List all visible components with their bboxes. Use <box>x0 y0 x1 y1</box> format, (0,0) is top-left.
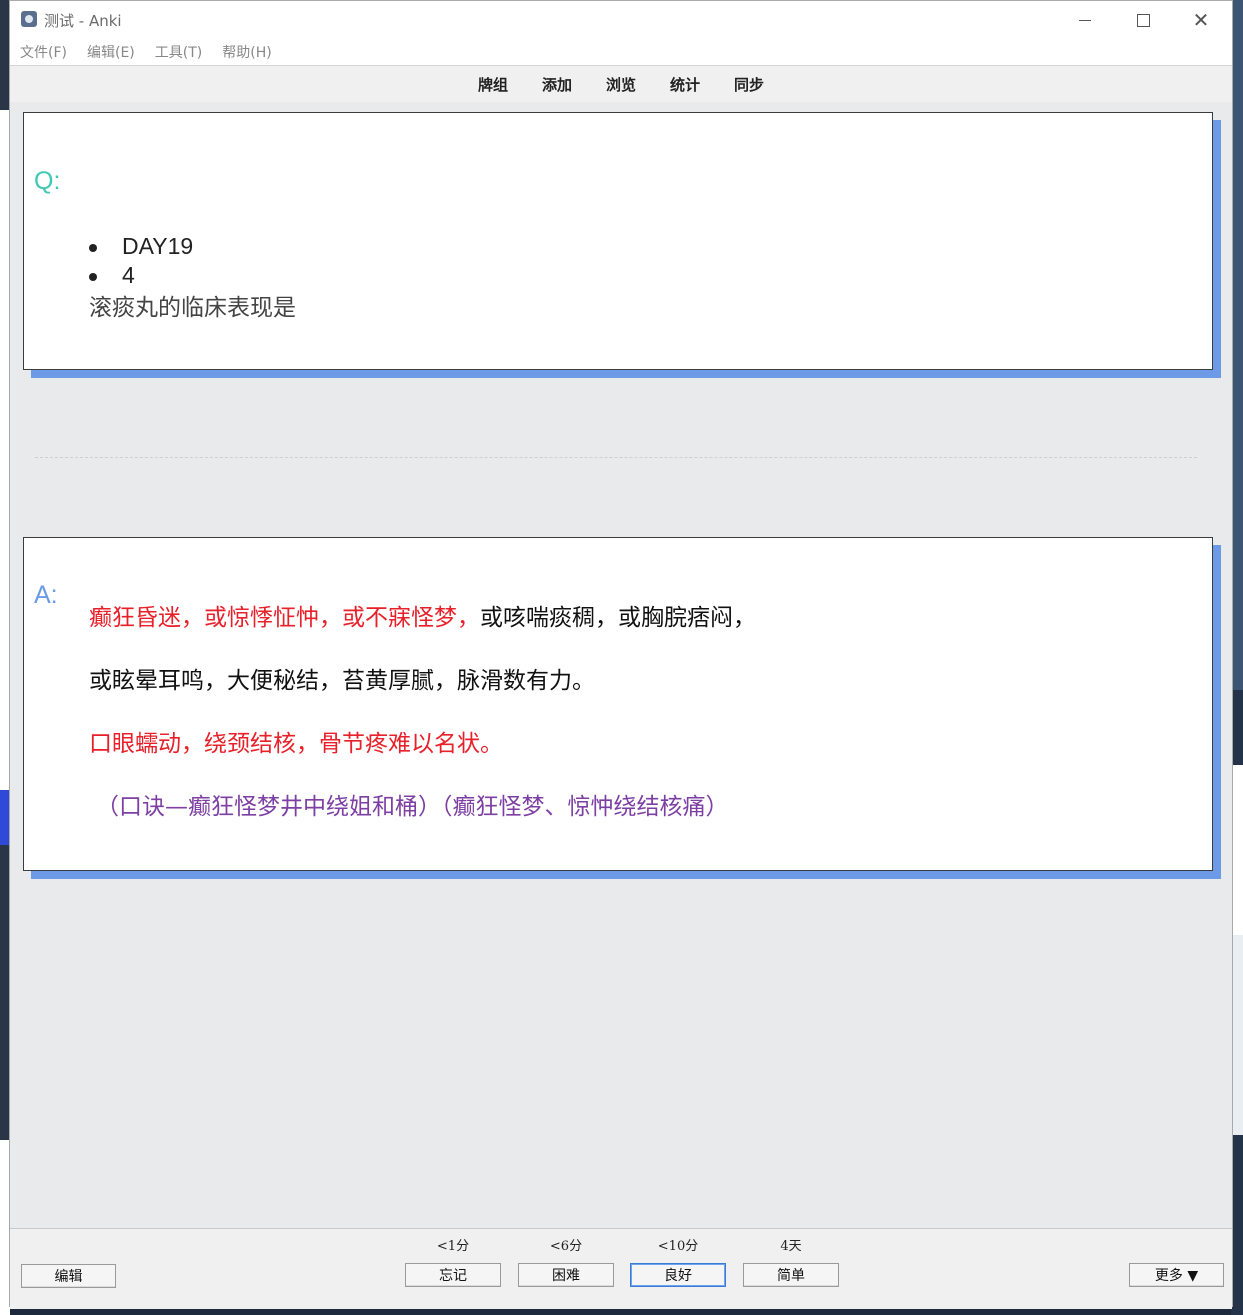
question-label: Q: <box>34 167 61 195</box>
edit-button[interactable]: 编辑 <box>21 1264 116 1288</box>
answer-line-2: 或眩晕耳鸣，大便秘结，苔黄厚腻，脉滑数有力。 <box>89 668 595 694</box>
anki-window: 测试 - Anki ✕ 文件(F) 编辑(E) 工具(T) 帮助(H) 牌组 添… <box>9 0 1233 1309</box>
toolbar-stats-link[interactable]: 统计 <box>670 74 700 95</box>
menu-help[interactable]: 帮助(H) <box>222 42 271 62</box>
close-icon: ✕ <box>1192 8 1210 32</box>
anki-app-icon <box>21 11 37 27</box>
title-bar: 测试 - Anki ✕ <box>10 1 1232 39</box>
toolbar-browse-link[interactable]: 浏览 <box>606 74 636 95</box>
good-interval: <10分 <box>657 1239 699 1254</box>
list-item: 4 <box>89 261 193 290</box>
good-button[interactable]: 良好 <box>630 1263 726 1287</box>
main-toolbar: 牌组 添加 浏览 统计 同步 <box>10 65 1232 102</box>
answer-good-column: <10分 良好 <box>630 1237 726 1287</box>
menu-bar: 文件(F) 编辑(E) 工具(T) 帮助(H) <box>10 39 1232 65</box>
maximize-button[interactable] <box>1114 1 1172 39</box>
review-area: Q: DAY19 4 滚痰丸的临床表现是 A: 癫狂昏迷，或惊悸怔忡，或不寐怪梦… <box>10 102 1232 1228</box>
answer-card: A: 癫狂昏迷，或惊悸怔忡，或不寐怪梦，或咳喘痰稠，或胸脘痞闷， 或眩晕耳鸣，大… <box>23 537 1213 871</box>
minimize-button[interactable] <box>1056 1 1114 39</box>
more-button[interactable]: 更多 ▼ <box>1129 1263 1224 1287</box>
easy-button[interactable]: 简单 <box>743 1263 839 1287</box>
answer-label: A: <box>34 581 58 609</box>
toolbar-sync-link[interactable]: 同步 <box>734 74 764 95</box>
again-interval: <1分 <box>436 1239 470 1254</box>
minimize-icon <box>1079 19 1091 21</box>
toolbar-decks-link[interactable]: 牌组 <box>478 74 508 95</box>
again-button[interactable]: 忘记 <box>405 1263 501 1287</box>
menu-file[interactable]: 文件(F) <box>20 42 67 62</box>
window-title: 测试 - Anki <box>44 12 122 30</box>
list-item: DAY19 <box>89 232 193 261</box>
maximize-icon <box>1136 13 1150 27</box>
answer-again-column: <1分 忘记 <box>405 1237 501 1287</box>
hard-interval: <6分 <box>549 1239 583 1254</box>
answer-line-3: 口眼蠕动，绕颈结核，骨节疼难以名状。 <box>89 731 503 757</box>
hard-button[interactable]: 困难 <box>518 1263 614 1287</box>
answer-line-1: 癫狂昏迷，或惊悸怔忡，或不寐怪梦，或咳喘痰稠，或胸脘痞闷， <box>89 598 756 632</box>
answer-line-1-highlight: 癫狂昏迷，或惊悸怔忡，或不寐怪梦， <box>89 605 480 631</box>
toolbar-add-link[interactable]: 添加 <box>542 74 572 95</box>
answer-hard-column: <6分 困难 <box>518 1237 614 1287</box>
answer-easy-column: 4天 简单 <box>743 1237 839 1287</box>
question-text: 滚痰丸的临床表现是 <box>89 295 296 321</box>
answer-mnemonic: （口诀—癫狂怪梦井中绕姐和桶）（癫狂怪梦、惊忡绕结核痛） <box>96 794 729 820</box>
answer-divider <box>35 457 1197 458</box>
question-card: Q: DAY19 4 滚痰丸的临床表现是 <box>23 112 1213 370</box>
easy-interval: 4天 <box>780 1239 802 1254</box>
answer-line-1-rest: 或咳喘痰稠，或胸脘痞闷， <box>480 605 756 631</box>
question-tags-list: DAY19 4 <box>89 232 193 290</box>
close-button[interactable]: ✕ <box>1172 1 1230 39</box>
review-bottom-bar: 编辑 <1分 忘记 <6分 困难 <10分 良好 4天 简单 更多 ▼ <box>10 1228 1232 1309</box>
menu-edit[interactable]: 编辑(E) <box>87 42 135 62</box>
menu-tools[interactable]: 工具(T) <box>155 42 202 62</box>
